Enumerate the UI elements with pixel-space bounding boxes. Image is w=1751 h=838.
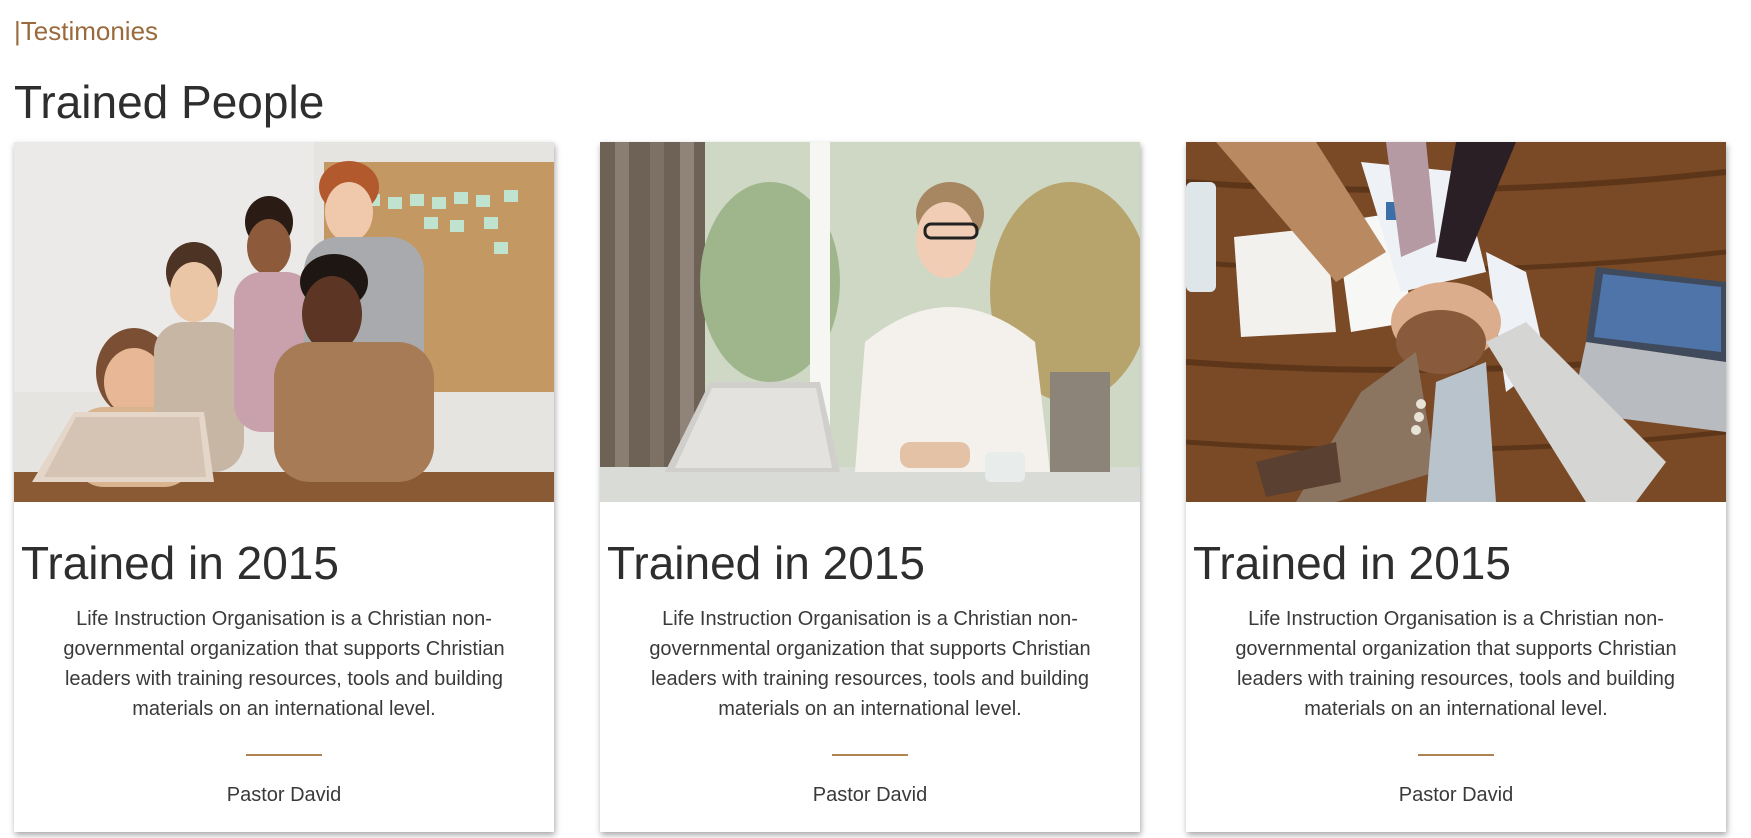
card-author: Pastor David (226, 784, 342, 806)
section-label: |Testimonies (14, 16, 159, 46)
card-divider (246, 754, 322, 756)
card-heading: Trained in 2015 (21, 537, 339, 589)
smiling-woman-at-desk-photo (600, 142, 1140, 502)
card-text: Life Instruction Organisation is a Chris… (63, 608, 505, 720)
testimonial-card: Trained in 2015 Life Instruction Organis… (1186, 142, 1726, 832)
card-author: Pastor David (1398, 784, 1514, 806)
card-divider (1418, 754, 1494, 756)
card-author: Pastor David (812, 784, 928, 806)
card-divider (832, 754, 908, 756)
card-text: Life Instruction Organisation is a Chris… (649, 608, 1091, 720)
testimonial-card: Trained in 2015 Life Instruction Organis… (14, 142, 554, 832)
card-text: Life Instruction Organisation is a Chris… (1235, 608, 1677, 720)
stacked-hands-teamwork-photo (1186, 142, 1726, 502)
testimonial-card: Trained in 2015 Life Instruction Organis… (600, 142, 1140, 832)
section-title: Trained People (14, 76, 325, 128)
testimonial-cards: Trained in 2015 Life Instruction Organis… (14, 142, 1730, 834)
card-heading: Trained in 2015 (607, 537, 925, 589)
team-around-laptop-photo (14, 142, 554, 502)
card-heading: Trained in 2015 (1193, 537, 1511, 589)
